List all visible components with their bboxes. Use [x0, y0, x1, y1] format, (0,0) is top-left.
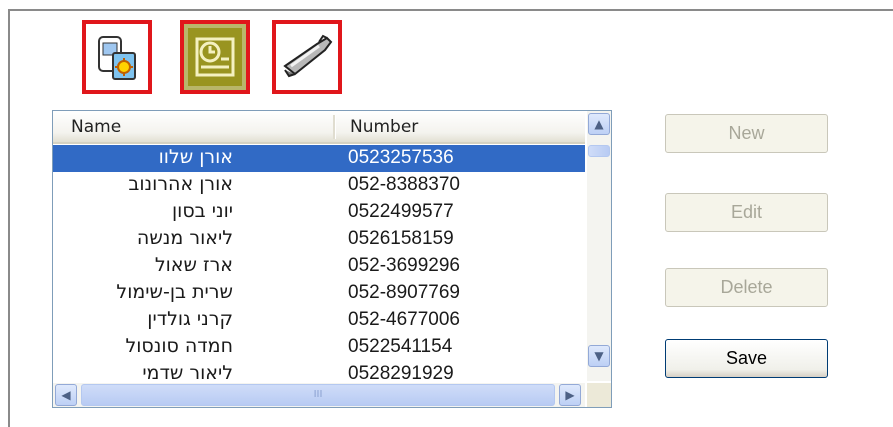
list-item[interactable]: ליאור מנשה 0526158159: [53, 226, 585, 253]
contact-name: אורן אהרונוב: [128, 173, 233, 195]
list-item[interactable]: אורן אהרונוב 052-8388370: [53, 172, 585, 199]
calendar-button[interactable]: [180, 20, 250, 94]
contact-number: 0528291929: [348, 363, 454, 381]
mobile-phone-icon: [283, 34, 333, 78]
contact-number: 052-8388370: [348, 174, 460, 195]
save-button[interactable]: Save: [665, 339, 828, 378]
list-item[interactable]: אורן שלוו 0523257536: [53, 145, 585, 172]
list-item[interactable]: ליאור שדמי 0528291929: [53, 361, 585, 381]
contact-name: חמדה סונסול: [125, 335, 233, 357]
list-item[interactable]: קרני גולדין 052-4677006: [53, 307, 585, 334]
scroll-right-button[interactable]: ▶: [559, 384, 581, 406]
contact-number: 052-3699296: [348, 255, 460, 276]
scroll-up-button[interactable]: ▲: [588, 113, 610, 135]
list-item[interactable]: חמדה סונסול 0522541154: [53, 334, 585, 361]
contact-name: שרית בן-שימול: [116, 281, 233, 303]
scroll-left-button[interactable]: ◀: [55, 384, 77, 406]
column-header-name[interactable]: Name: [71, 117, 121, 137]
calendar-button-face: [188, 28, 242, 86]
contact-name: ליאור מנשה: [136, 227, 233, 249]
phone-sim-icon: [98, 36, 136, 80]
horizontal-scrollbar[interactable]: ◀ III ▶: [53, 383, 585, 407]
list-header: Name Number: [53, 111, 585, 144]
contact-name: קרני גולדין: [147, 308, 233, 330]
list-item[interactable]: ארז שאול 052-3699296: [53, 253, 585, 280]
list-item[interactable]: שרית בן-שימול 052-8907769: [53, 280, 585, 307]
contact-number: 052-8907769: [348, 282, 460, 303]
contact-name: ארז שאול: [154, 254, 233, 276]
new-button[interactable]: New: [665, 114, 828, 153]
contact-number: 052-4677006: [348, 309, 460, 330]
column-divider[interactable]: [333, 115, 336, 139]
edit-button[interactable]: Edit: [665, 193, 828, 232]
chevron-down-icon: ▼: [594, 349, 604, 363]
vertical-scrollbar[interactable]: ▲ ▼: [587, 111, 611, 381]
contact-number: 0526158159: [348, 228, 454, 249]
contacts-list[interactable]: Name Number אורן שלוו 0523257536 אורן אה…: [52, 110, 612, 408]
contact-name: ליאור שדמי: [142, 362, 233, 381]
phone-device-button[interactable]: [272, 20, 342, 94]
contact-number: 0523257536: [348, 147, 454, 168]
chevron-left-icon: ◀: [61, 388, 71, 402]
chevron-right-icon: ▶: [565, 388, 575, 402]
sim-contacts-button[interactable]: [82, 20, 152, 94]
vertical-scroll-thumb[interactable]: [588, 145, 610, 157]
scrollbar-corner: [587, 383, 611, 407]
list-item[interactable]: יוני בסון 0522499577: [53, 199, 585, 226]
list-rows: אורן שלוו 0523257536 אורן אהרונוב 052-83…: [53, 145, 585, 381]
contact-name: אורן שלוו: [158, 146, 233, 168]
horizontal-scroll-thumb[interactable]: III: [81, 384, 555, 406]
contact-name: יוני בסון: [172, 200, 233, 222]
column-header-number[interactable]: Number: [350, 117, 418, 137]
scroll-down-button[interactable]: ▼: [588, 345, 610, 367]
delete-button[interactable]: Delete: [665, 268, 828, 307]
chevron-up-icon: ▲: [594, 117, 604, 131]
contact-number: 0522499577: [348, 201, 454, 222]
calendar-clock-icon: [195, 37, 235, 77]
scroll-grip: III: [313, 389, 323, 400]
contact-number: 0522541154: [348, 336, 453, 357]
